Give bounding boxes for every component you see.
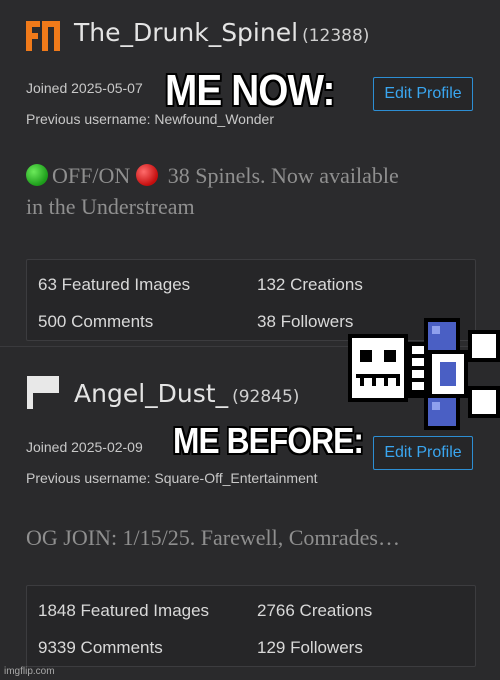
stat-featured-images[interactable]: 63 Featured Images bbox=[38, 275, 190, 295]
user-points: (12388) bbox=[302, 26, 370, 46]
bio-text-line1: 38 Spinels. Now available bbox=[167, 163, 399, 188]
meme-caption-top: ME NOW: bbox=[165, 66, 335, 115]
username[interactable]: The_Drunk_Spinel (12388) bbox=[74, 18, 369, 47]
stat-comments[interactable]: 9339 Comments bbox=[38, 638, 163, 658]
username-text: The_Drunk_Spinel bbox=[74, 18, 299, 47]
red-circle-icon bbox=[136, 164, 159, 186]
white-flag-icon[interactable] bbox=[27, 376, 63, 410]
meme-caption-bottom: ME BEFORE: bbox=[173, 420, 364, 461]
stat-creations[interactable]: 2766 Creations bbox=[257, 601, 372, 621]
imgflip-watermark: imgflip.com bbox=[4, 666, 55, 677]
pixel-skeleton-sprite-icon bbox=[348, 318, 500, 430]
edit-profile-button[interactable]: Edit Profile bbox=[373, 436, 473, 470]
username-text: Angel_Dust_ bbox=[74, 379, 229, 408]
previous-username: Previous username: Square-Off_Entertainm… bbox=[26, 470, 318, 486]
joined-date: Joined 2025-05-07 bbox=[26, 80, 143, 96]
bio-text-line2: in the Understream bbox=[26, 194, 195, 219]
stat-featured-images[interactable]: 1848 Featured Images bbox=[38, 601, 209, 621]
joined-date: Joined 2025-02-09 bbox=[26, 439, 143, 455]
stat-followers[interactable]: 129 Followers bbox=[257, 638, 363, 658]
orange-logo-icon[interactable] bbox=[25, 19, 61, 53]
edit-profile-button[interactable]: Edit Profile bbox=[373, 77, 473, 111]
stat-followers[interactable]: 38 Followers bbox=[257, 312, 353, 332]
stat-creations[interactable]: 132 Creations bbox=[257, 275, 363, 295]
bio-text-line1: OG JOIN: 1/15/25. Farewell, Comrades… bbox=[26, 525, 400, 550]
user-points: (92845) bbox=[232, 387, 300, 407]
profile-stats-box: 1848 Featured Images 2766 Creations 9339… bbox=[26, 585, 476, 667]
username[interactable]: Angel_Dust_ (92845) bbox=[74, 379, 299, 408]
stat-comments[interactable]: 500 Comments bbox=[38, 312, 153, 332]
profile-bio: OG JOIN: 1/15/25. Farewell, Comrades… bbox=[26, 522, 486, 553]
profile-card-current: The_Drunk_Spinel (12388) Joined 2025-05-0… bbox=[0, 0, 500, 347]
green-circle-icon bbox=[26, 164, 48, 186]
bio-status: OFF/ON bbox=[52, 163, 131, 188]
profile-bio: OFF/ON 38 Spinels. Now available in the … bbox=[26, 160, 476, 222]
